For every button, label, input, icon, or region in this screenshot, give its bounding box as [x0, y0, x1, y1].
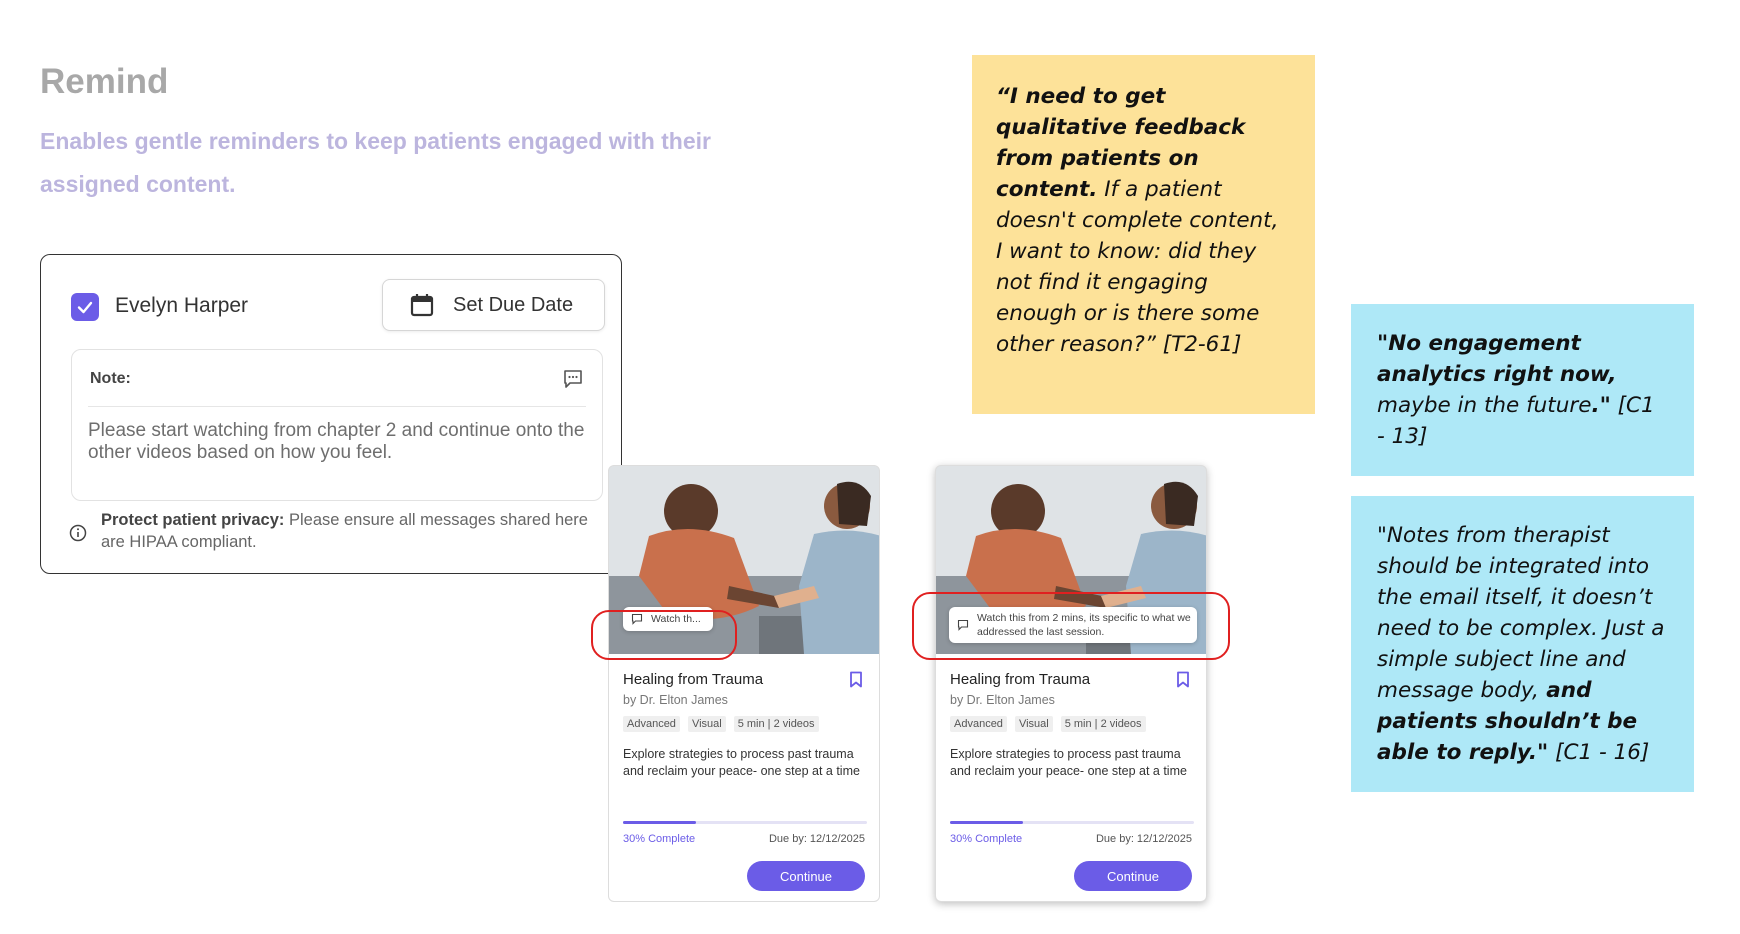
page-title: Remind [40, 62, 169, 101]
quote-bold-end: ." [1591, 393, 1611, 418]
privacy-notice-bold: Protect patient privacy: [101, 511, 285, 529]
due-date: Due by: 12/12/2025 [1095, 833, 1192, 845]
research-quote-blue-1: "No engagement analytics right now, mayb… [1351, 304, 1694, 476]
calendar-icon [410, 294, 434, 317]
privacy-notice: Protect patient privacy: Please ensure a… [101, 509, 611, 553]
bookmark-icon[interactable] [1176, 671, 1190, 688]
note-text[interactable]: Please start watching from chapter 2 and… [88, 420, 588, 464]
continue-button[interactable]: Continue [747, 861, 865, 891]
continue-button[interactable]: Continue [1074, 861, 1192, 891]
card-tags: Advanced Visual 5 min | 2 videos [950, 716, 1146, 732]
info-icon [69, 524, 87, 542]
research-quote-yellow: “I need to get qualitative feedback from… [972, 55, 1315, 414]
card-title: Healing from Trauma [623, 671, 764, 688]
card-description: Explore strategies to process past traum… [623, 747, 860, 778]
quote-text: "Notes from therapist should be integrat… [1377, 523, 1665, 703]
tag: Advanced [623, 716, 680, 732]
patient-checkbox[interactable] [71, 293, 99, 321]
quote-bold: "No engagement analytics right now, [1377, 331, 1617, 387]
progress-fill [623, 821, 697, 824]
quote-ref: [C1 - 16] [1548, 740, 1650, 765]
highlight-ring-expanded-note [912, 592, 1230, 660]
progress-label: 30% Complete [950, 833, 1023, 845]
quote-text: maybe in the future [1377, 393, 1592, 418]
due-date: Due by: 12/12/2025 [768, 833, 865, 845]
research-quote-blue-2: "Notes from therapist should be integrat… [1351, 496, 1694, 792]
tag: 5 min | 2 videos [733, 716, 819, 732]
tag: 5 min | 2 videos [1060, 716, 1146, 732]
set-due-date-label: Set Due Date [453, 293, 574, 316]
comment-icon [564, 370, 582, 388]
tag: Advanced [950, 716, 1007, 732]
content-card-1[interactable]: Watch th... Healing from Trauma by Dr. E… [608, 465, 880, 902]
card-author: by Dr. Elton James [950, 693, 1055, 707]
card-author: by Dr. Elton James [623, 693, 728, 707]
page-subtitle: Enables gentle reminders to keep patient… [40, 128, 711, 197]
tag: Visual [1014, 716, 1053, 732]
card-description: Explore strategies to process past traum… [950, 747, 1187, 778]
tag: Visual [687, 716, 726, 732]
progress-bar [623, 821, 867, 824]
card-tags: Advanced Visual 5 min | 2 videos [623, 716, 819, 732]
highlight-ring-truncated-note [591, 610, 737, 660]
progress-fill [950, 821, 1024, 824]
note-label: Note: [90, 370, 131, 387]
card-title: Healing from Trauma [950, 671, 1091, 688]
note-divider [88, 406, 586, 407]
note-field[interactable]: Note: Please start watching from chapter… [71, 349, 603, 501]
quote-text: If a patient doesn't complete content, I… [996, 177, 1279, 357]
patient-name: Evelyn Harper [115, 294, 249, 317]
content-card-2[interactable]: Watch this from 2 mins, its specific to … [935, 465, 1207, 902]
reminder-panel: Evelyn Harper Set Due Date Note: Please … [40, 254, 622, 574]
set-due-date-button[interactable]: Set Due Date [382, 279, 605, 331]
check-icon [77, 301, 93, 314]
progress-label: 30% Complete [623, 833, 696, 845]
progress-bar [950, 821, 1194, 824]
bookmark-icon[interactable] [849, 671, 863, 688]
